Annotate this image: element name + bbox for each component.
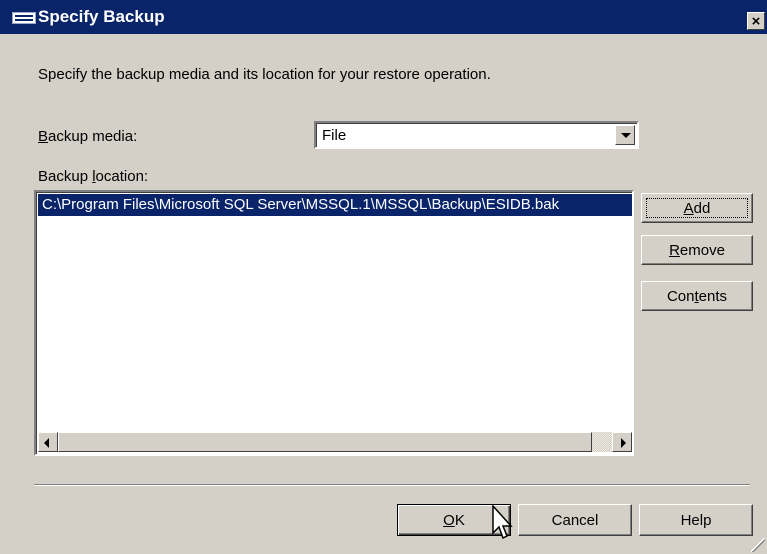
remove-button-mnemonic: R: [669, 241, 680, 259]
title-bar[interactable]: Specify Backup ×: [0, 0, 767, 34]
scroll-right-button[interactable]: [612, 432, 632, 452]
remove-button[interactable]: Remove: [641, 235, 753, 265]
mouse-pointer-icon: [492, 505, 513, 540]
remove-button-rest: emove: [679, 241, 725, 259]
window-icon: [12, 12, 36, 24]
ok-button-mnemonic: O: [443, 511, 455, 529]
close-button[interactable]: ×: [747, 12, 765, 30]
arrow-right-icon: [621, 438, 626, 448]
backup-media-value: File: [322, 127, 347, 144]
add-button-mnemonic: A: [683, 199, 694, 217]
backup-media-select[interactable]: File: [314, 121, 639, 149]
ok-button-rest: K: [454, 511, 465, 529]
backup-location-label-rest: ocation:: [95, 168, 149, 185]
backup-media-label-mnemonic: B: [38, 128, 49, 145]
backup-media-dropdown-button[interactable]: [615, 125, 635, 145]
backup-media-label-rest: ackup media:: [48, 128, 138, 145]
scroll-left-button[interactable]: [38, 432, 58, 452]
backup-location-label-prefix: Backup: [38, 168, 93, 185]
dialog-description: Specify the backup media and its locatio…: [38, 66, 491, 83]
contents-button[interactable]: Con t ents: [641, 281, 753, 311]
arrow-left-icon: [44, 438, 49, 448]
add-button-rest: dd: [693, 199, 711, 217]
horizontal-scrollbar[interactable]: [38, 432, 632, 452]
close-icon: ×: [751, 12, 761, 30]
cancel-button[interactable]: Cancel: [518, 504, 632, 536]
backup-location-list[interactable]: C:\Program Files\Microsoft SQL Server\MS…: [34, 190, 634, 456]
help-button[interactable]: Help: [639, 504, 753, 536]
footer-separator: [34, 484, 750, 486]
backup-location-item[interactable]: C:\Program Files\Microsoft SQL Server\MS…: [38, 194, 632, 216]
scrollbar-thumb[interactable]: [58, 432, 592, 452]
contents-button-prefix: Con: [666, 287, 695, 305]
resize-grip-icon[interactable]: [751, 538, 765, 552]
chevron-down-icon: [621, 133, 631, 138]
contents-button-rest: ents: [698, 287, 728, 305]
backup-location-label: Backup location:: [38, 168, 148, 185]
backup-media-label: Backup media:: [38, 128, 137, 145]
add-button[interactable]: Add: [641, 193, 753, 223]
dialog-title: Specify Backup: [38, 7, 165, 26]
